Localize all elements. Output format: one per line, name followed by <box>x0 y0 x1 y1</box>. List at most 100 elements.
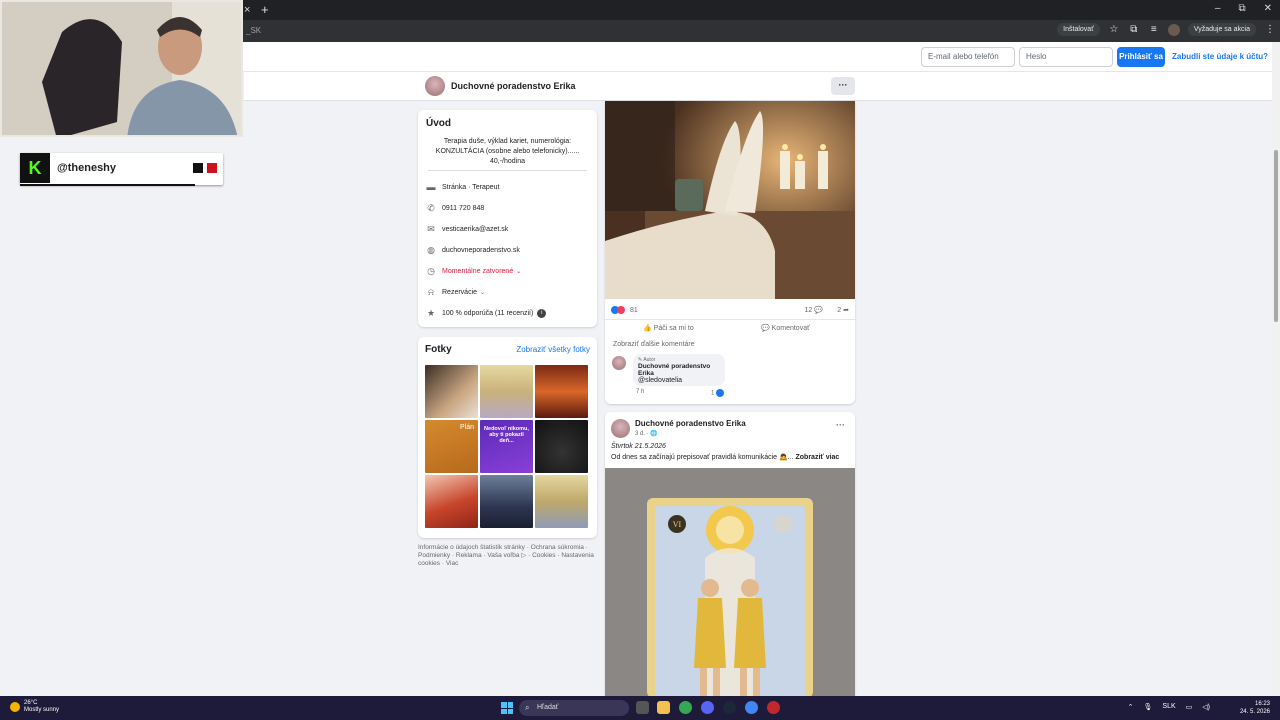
bell-icon: ⍾ <box>428 287 434 297</box>
start-button[interactable] <box>501 702 513 714</box>
scrollbar-thumb[interactable] <box>1274 150 1278 322</box>
window-controls: – ⧉ ✕ <box>1215 3 1272 14</box>
more-options-button[interactable]: ··· <box>831 77 855 95</box>
photo-thumb[interactable] <box>480 365 533 418</box>
page-title[interactable]: Duchovné poradenstvo Erika <box>451 81 576 91</box>
briefcase-icon: ▬ <box>426 182 436 192</box>
phone-row[interactable]: ✆ 0911 720 848 <box>426 201 484 215</box>
comment-button[interactable]: 💬 Komentovať <box>761 324 810 332</box>
hours-status[interactable]: Momentálne zatvorené <box>442 268 513 275</box>
volume-icon[interactable]: ◁) <box>1202 703 1210 711</box>
webcam-overlay <box>0 0 243 137</box>
maximize-button[interactable]: ⧉ <box>1238 3 1245 14</box>
rating-row: ★ 100 % odporúča (11 recenzií) i <box>426 306 547 320</box>
network-icon[interactable]: ▭ <box>1186 703 1193 711</box>
install-app-button[interactable]: Inštalovať <box>1057 23 1100 36</box>
reservations-text[interactable]: Rezervácie <box>442 289 477 296</box>
photo-thumb[interactable]: Plán <box>425 420 478 473</box>
chevron-up-icon[interactable]: ⌃ <box>1128 703 1134 711</box>
hours-row[interactable]: ◷ Momentálne zatvorené ⌄ <box>426 264 521 278</box>
photo-thumb[interactable] <box>535 420 588 473</box>
website-row[interactable]: ◍ duchovneporadenstvo.sk <box>426 243 520 257</box>
comment-text: @sledovatelia <box>638 377 683 384</box>
star-icon[interactable]: ☆ <box>1108 24 1120 35</box>
password-field[interactable]: Heslo <box>1019 47 1113 67</box>
app-icon[interactable] <box>767 701 780 714</box>
see-all-photos-link[interactable]: Zobraziť všetky fotky <box>516 345 590 354</box>
post-timestamp[interactable]: 3 d. · 🌐 <box>635 430 658 437</box>
page-avatar[interactable] <box>425 76 445 96</box>
discord-icon[interactable] <box>701 701 714 714</box>
comment-avatar[interactable] <box>612 356 626 370</box>
post-image[interactable] <box>605 101 855 299</box>
decor-line <box>20 184 195 186</box>
like-reaction-icon <box>716 389 725 397</box>
like-button[interactable]: 👍 Páči sa mi to <box>643 324 694 332</box>
weather-widget[interactable]: 26°C Mostly sunny <box>10 700 59 714</box>
email-text[interactable]: vesticaerika@azet.sk <box>442 226 508 233</box>
more-comments-link[interactable]: Zobraziť ďalšie komentáre <box>613 341 695 348</box>
post-text: Od dnes sa začínajú prepisovať pravidlá … <box>611 454 840 461</box>
task-view-icon[interactable] <box>636 701 649 714</box>
page-scrollbar[interactable] <box>1272 42 1280 696</box>
photo-thumb[interactable] <box>535 365 588 418</box>
system-tray: ⌃ 🎙 SLK ▭ ◁) <box>1128 703 1210 711</box>
clock[interactable]: 16:23 24. 5. 2026 <box>1240 700 1270 716</box>
steam-icon[interactable] <box>723 701 736 714</box>
weather-temp: 26°C <box>24 700 38 706</box>
phone-text[interactable]: 0911 720 848 <box>442 205 484 212</box>
extensions-icon[interactable]: ⧉ <box>1128 24 1140 35</box>
post-image[interactable]: VI <box>605 468 855 696</box>
chevron-down-icon[interactable]: ⌄ <box>516 268 521 275</box>
photo-thumb[interactable]: Nedovoľ nikomu, aby ti pokazil deň... <box>480 420 533 473</box>
info-icon[interactable]: i <box>537 308 547 318</box>
minimize-button[interactable]: – <box>1215 3 1221 14</box>
url-text[interactable]: _SK <box>246 26 261 35</box>
comment-likes: 1 <box>711 389 725 397</box>
share-count[interactable]: 2 ➦ <box>837 306 849 314</box>
taskbar-search[interactable]: ⌕ Hľadať <box>519 700 629 716</box>
media-icon[interactable]: ≡ <box>1148 24 1160 35</box>
reservations-row[interactable]: ⍾ Rezervácie ⌄ <box>426 285 485 299</box>
tarot-card-image: VI <box>605 468 855 696</box>
chrome-icon[interactable] <box>679 701 692 714</box>
close-window-button[interactable]: ✕ <box>1264 3 1272 14</box>
profile-avatar[interactable] <box>1167 23 1180 36</box>
photos-title: Fotky <box>425 344 452 355</box>
microphone-icon[interactable]: 🎙 <box>1144 703 1153 711</box>
email-field[interactable]: E-mail alebo telefón <box>921 47 1015 67</box>
photo-thumb[interactable] <box>425 365 478 418</box>
footer-links[interactable]: Informácie o údajoch štatistík stránky ·… <box>418 544 594 568</box>
language-indicator[interactable]: SLK <box>1162 703 1175 711</box>
comment-count[interactable]: 12 💬 <box>805 306 823 314</box>
photo-thumb[interactable] <box>480 475 533 528</box>
new-tab-button[interactable]: + <box>261 2 269 17</box>
streamer-webcam-image <box>2 2 241 135</box>
kick-handle-banner: K @theneshy <box>20 153 223 186</box>
menu-icon[interactable]: ⋮ <box>1264 24 1276 35</box>
update-button[interactable]: Vyžaduje sa akcia <box>1187 23 1256 36</box>
website-link[interactable]: duchovneporadenstvo.sk <box>442 247 520 254</box>
email-row[interactable]: ✉ vesticaerika@azet.sk <box>426 222 508 236</box>
chrome-profile-icon[interactable] <box>745 701 758 714</box>
comment-author[interactable]: Duchovné poradenstvo Erika <box>638 363 720 377</box>
reaction-count[interactable]: 81 <box>630 307 638 314</box>
post-author-avatar[interactable] <box>611 419 630 438</box>
page-header: Duchovné poradenstvo Erika ··· <box>244 72 1272 101</box>
file-explorer-icon[interactable] <box>657 701 670 714</box>
cozy-socks-image <box>605 101 855 299</box>
post-author[interactable]: Duchovné poradenstvo Erika <box>635 419 746 428</box>
photo-thumb[interactable] <box>535 475 588 528</box>
reaction-summary[interactable]: 81 12 💬 2 ➦ <box>611 306 849 316</box>
tab-close-icon[interactable]: × <box>244 4 250 16</box>
see-more-link[interactable]: Zobraziť viac <box>796 454 840 461</box>
login-button[interactable]: Prihlásiť sa <box>1117 47 1165 67</box>
chevron-down-icon[interactable]: ⌄ <box>480 289 485 296</box>
post-actions: 👍 Páči sa mi to 💬 Komentovať <box>605 319 855 337</box>
photo-thumb[interactable] <box>425 475 478 528</box>
post-more-icon[interactable]: ··· <box>836 420 845 430</box>
comment-time[interactable]: 7 h <box>636 389 644 395</box>
intro-bio: Terapia duše, výklad kariet, numerológia… <box>435 138 580 165</box>
star-icon: ★ <box>426 308 436 318</box>
forgot-account-link[interactable]: Zabudli ste údaje k účtu? <box>1172 52 1268 61</box>
